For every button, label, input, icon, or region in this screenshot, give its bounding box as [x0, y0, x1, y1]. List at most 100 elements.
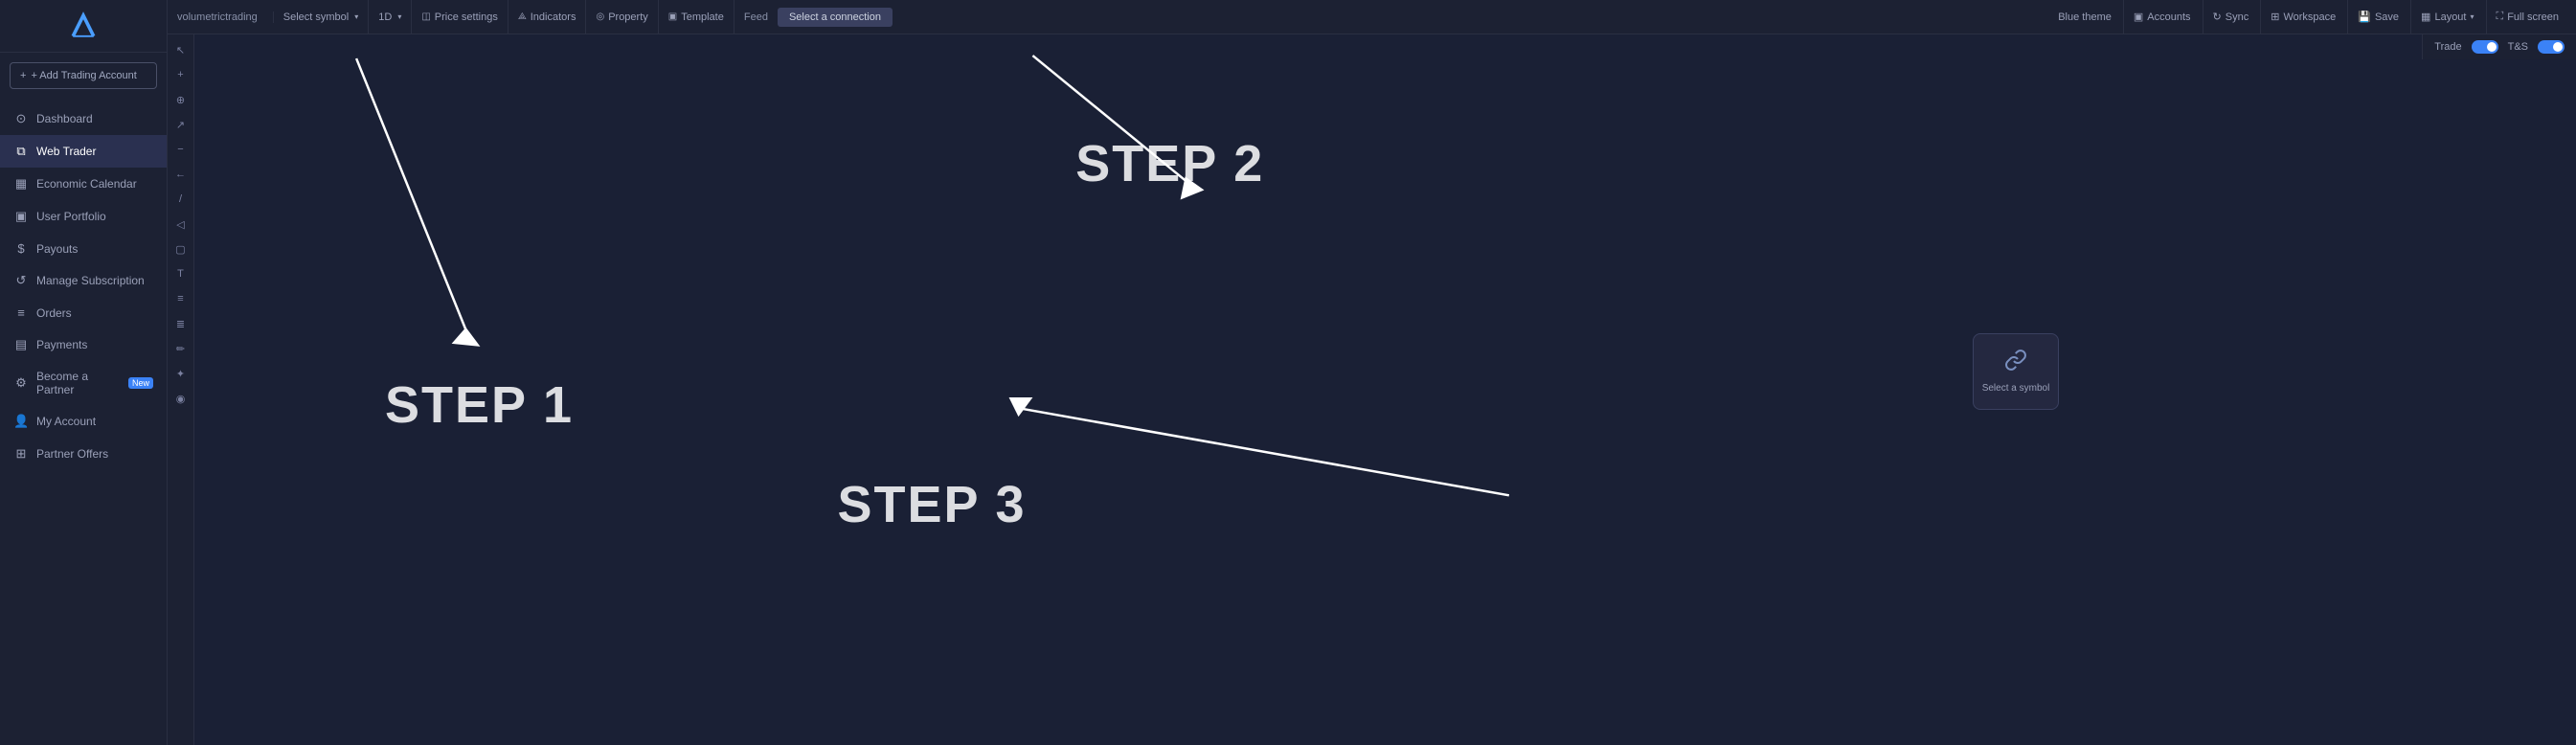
sidebar-item-label: User Portfolio — [36, 210, 106, 223]
accounts-button[interactable]: ▣ Accounts — [2123, 0, 2201, 34]
select-symbol-card[interactable]: Select a symbol — [1973, 333, 2059, 410]
price-settings-button[interactable]: ◫ Price settings — [412, 0, 508, 34]
layout-label: Layout — [2434, 11, 2466, 23]
property-button[interactable]: ◎ Property — [586, 0, 658, 34]
layout-button[interactable]: ▦ Layout ▾ — [2410, 0, 2483, 34]
lines-tool[interactable]: ≣ — [169, 312, 192, 335]
line-tool[interactable]: / — [169, 188, 192, 211]
text-tool[interactable]: T — [169, 262, 192, 285]
sidebar-item-my-account[interactable]: 👤 My Account — [0, 405, 167, 438]
sync-label: Sync — [2226, 11, 2248, 23]
fullscreen-label: Full screen — [2507, 11, 2559, 23]
select-symbol-button[interactable]: Select symbol ▾ — [274, 0, 370, 34]
pin-tool[interactable]: ✦ — [169, 362, 192, 385]
sidebar-item-label: Web Trader — [36, 145, 96, 158]
calendar-icon: ▦ — [13, 176, 29, 192]
crosshair-tool[interactable]: ⊕ — [169, 88, 192, 111]
step-2-label: STEP 2 — [1075, 134, 1264, 193]
template-label: Template — [681, 11, 724, 23]
select-symbol-label: Select symbol — [283, 11, 349, 23]
left-vertical-toolbar: ↖ + ⊕ ↗ − ← / ◁ ▢ T ≡ ≣ ✏ ✦ ◉ — [168, 34, 194, 745]
orders-icon: ≡ — [13, 305, 29, 320]
chart-canvas-area: STEP 1 STEP 2 STEP 3 — [194, 34, 2576, 745]
ts-toggle[interactable] — [2538, 40, 2565, 54]
theme-label: Blue theme — [2048, 11, 2121, 23]
sidebar-item-orders[interactable]: ≡ Orders — [0, 297, 167, 328]
symbol-card-label: Select a symbol — [1982, 383, 2050, 394]
edit-tool[interactable]: ✏ — [169, 337, 192, 360]
brand-name: volumetrictrading — [177, 11, 265, 23]
main-content: volumetrictrading Select symbol ▾ 1D ▾ ◫… — [168, 0, 2576, 745]
step-3-label: STEP 3 — [837, 475, 1026, 534]
connection-label: Select a connection — [789, 11, 881, 23]
timeframe-label: 1D — [378, 11, 392, 23]
top-bar: volumetrictrading Select symbol ▾ 1D ▾ ◫… — [168, 0, 2576, 34]
sidebar-item-label: Orders — [36, 306, 72, 320]
price-settings-icon: ◫ — [421, 11, 430, 22]
sidebar-item-label: Payouts — [36, 242, 78, 256]
sidebar-item-user-portfolio[interactable]: ▣ User Portfolio — [0, 200, 167, 233]
arrow-tool[interactable]: ↗ — [169, 113, 192, 136]
workspace-label: Workspace — [2283, 11, 2336, 23]
save-icon: 💾 — [2358, 11, 2371, 23]
timeframe-button[interactable]: 1D ▾ — [369, 0, 412, 34]
zoom-out-tool[interactable]: − — [169, 138, 192, 161]
template-icon: ▣ — [668, 11, 677, 22]
zoom-in-tool[interactable]: + — [169, 63, 192, 86]
trade-label: Trade — [2434, 41, 2461, 53]
layout-icon: ▦ — [2421, 11, 2430, 23]
payments-icon: ▤ — [13, 337, 29, 352]
sync-button[interactable]: ↻ Sync — [2203, 0, 2259, 34]
sidebar-item-become-partner[interactable]: ⚙ Become a Partner New — [0, 361, 167, 405]
add-account-label: + Add Trading Account — [31, 70, 136, 81]
workspace-icon: ⊞ — [2271, 11, 2279, 23]
sidebar-item-dashboard[interactable]: ⊙ Dashboard — [0, 102, 167, 135]
price-settings-label: Price settings — [435, 11, 498, 23]
fullscreen-icon: ⛶ — [2497, 11, 2504, 23]
property-label: Property — [608, 11, 648, 23]
trade-toggle[interactable] — [2472, 40, 2498, 54]
subscription-icon: ↺ — [13, 273, 29, 288]
top-bar-left: volumetrictrading Select symbol ▾ 1D ▾ ◫… — [175, 0, 893, 34]
fullscreen-button[interactable]: ⛶ Full screen — [2486, 0, 2569, 34]
chevron-down-icon: ▾ — [2470, 12, 2474, 21]
sidebar: + + Add Trading Account ⊙ Dashboard ⧉ We… — [0, 0, 168, 745]
select-connection-button[interactable]: Select a connection — [778, 8, 893, 27]
menu-tool[interactable]: ≡ — [169, 287, 192, 310]
back-tool[interactable]: ← — [169, 163, 192, 186]
indicators-label: Indicators — [531, 11, 576, 23]
cursor-tool[interactable]: ↖ — [169, 38, 192, 61]
sidebar-item-partner-offers[interactable]: ⊞ Partner Offers — [0, 438, 167, 470]
sidebar-item-label: Become a Partner — [36, 370, 117, 396]
sidebar-item-label: Dashboard — [36, 112, 93, 125]
sidebar-item-economic-calendar[interactable]: ▦ Economic Calendar — [0, 168, 167, 200]
ts-label: T&S — [2508, 41, 2528, 53]
dashboard-icon: ⊙ — [13, 111, 29, 126]
accounts-label: Accounts — [2147, 11, 2190, 23]
offers-icon: ⊞ — [13, 446, 29, 462]
workspace-button[interactable]: ⊞ Workspace — [2260, 0, 2345, 34]
sidebar-item-manage-subscription[interactable]: ↺ Manage Subscription — [0, 264, 167, 297]
brand-logo: volumetrictrading — [175, 11, 274, 23]
web-trader-icon: ⧉ — [13, 144, 29, 159]
sidebar-item-label: Payments — [36, 338, 87, 351]
save-button[interactable]: 💾 Save — [2347, 0, 2408, 34]
save-label: Save — [2375, 11, 2399, 23]
rect-tool[interactable]: ▢ — [169, 237, 192, 260]
feed-label: Feed — [734, 11, 778, 23]
add-trading-account-button[interactable]: + + Add Trading Account — [10, 62, 157, 89]
payouts-icon: $ — [13, 241, 29, 256]
template-button[interactable]: ▣ Template — [659, 0, 734, 34]
eye-tool[interactable]: ◉ — [169, 387, 192, 410]
partner-icon: ⚙ — [13, 375, 29, 391]
sidebar-item-label: Manage Subscription — [36, 274, 145, 287]
sidebar-item-web-trader[interactable]: ⧉ Web Trader — [0, 135, 167, 168]
shape-tool[interactable]: ◁ — [169, 213, 192, 236]
chevron-down-icon: ▾ — [397, 12, 401, 21]
indicators-button[interactable]: ⟁ Indicators — [508, 0, 587, 34]
accounts-icon: ▣ — [2134, 11, 2143, 23]
sidebar-item-payments[interactable]: ▤ Payments — [0, 328, 167, 361]
sync-icon: ↻ — [2213, 11, 2222, 23]
portfolio-icon: ▣ — [13, 209, 29, 224]
sidebar-item-payouts[interactable]: $ Payouts — [0, 233, 167, 264]
